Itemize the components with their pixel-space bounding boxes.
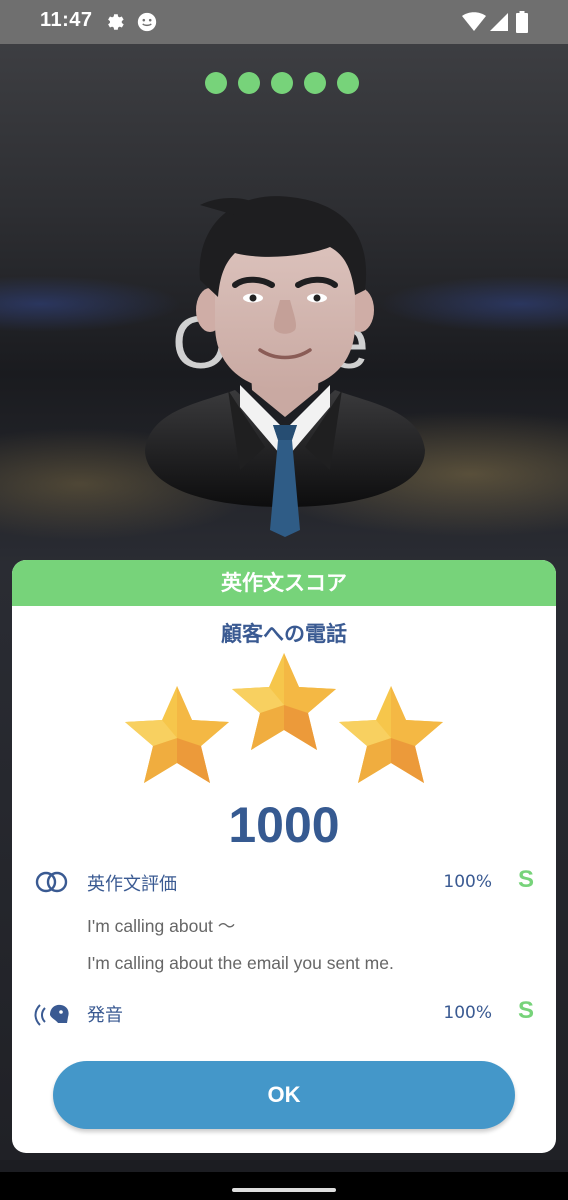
progress-dot: [238, 72, 260, 94]
pronunciation-percent: 100%: [443, 1003, 492, 1023]
lesson-title: 顧客への電話: [221, 622, 347, 646]
overlapping-circles-icon: [34, 870, 70, 898]
pronunciation-label: 発音: [87, 1005, 123, 1026]
smiley-icon: [136, 11, 158, 37]
progress-dot: [205, 72, 227, 94]
progress-dot: [337, 72, 359, 94]
gear-icon: [104, 11, 126, 37]
composition-grade: S: [517, 866, 534, 893]
star-icon: [339, 686, 443, 783]
businessman-avatar: [145, 196, 425, 537]
score-value: 1000: [228, 797, 340, 853]
result-card: 英作文スコア 顧客への電話 1000 英作文評価 100% S I'm call…: [12, 560, 556, 1153]
progress-dot: [304, 72, 326, 94]
star-rating: [125, 653, 443, 783]
wifi-icon: [462, 11, 486, 37]
composition-percent: 100%: [443, 872, 492, 892]
navigation-bar: [0, 1172, 568, 1200]
battery-icon: [516, 11, 528, 37]
lesson-progress-dots: [205, 72, 359, 94]
progress-dot: [271, 72, 293, 94]
pronunciation-row: 発音 100% S: [12, 997, 556, 1029]
composition-label: 英作文評価: [87, 874, 177, 895]
status-time: 11:47: [40, 9, 93, 31]
card-header: 英作文スコア: [12, 560, 556, 606]
prompt-sentence: I'm calling about 〜: [87, 916, 236, 936]
star-icon: [125, 686, 229, 783]
speaking-head-icon: [34, 1001, 72, 1033]
status-bar: 11:47: [0, 0, 568, 44]
signal-icon: [488, 11, 508, 37]
home-gesture-handle[interactable]: [232, 1188, 336, 1192]
star-icon: [232, 653, 336, 750]
composition-row: 英作文評価 100% S: [12, 866, 556, 898]
pronunciation-grade: S: [517, 997, 534, 1024]
ok-button[interactable]: OK: [53, 1061, 515, 1129]
answer-sentence: I'm calling about the email you sent me.: [87, 953, 394, 973]
